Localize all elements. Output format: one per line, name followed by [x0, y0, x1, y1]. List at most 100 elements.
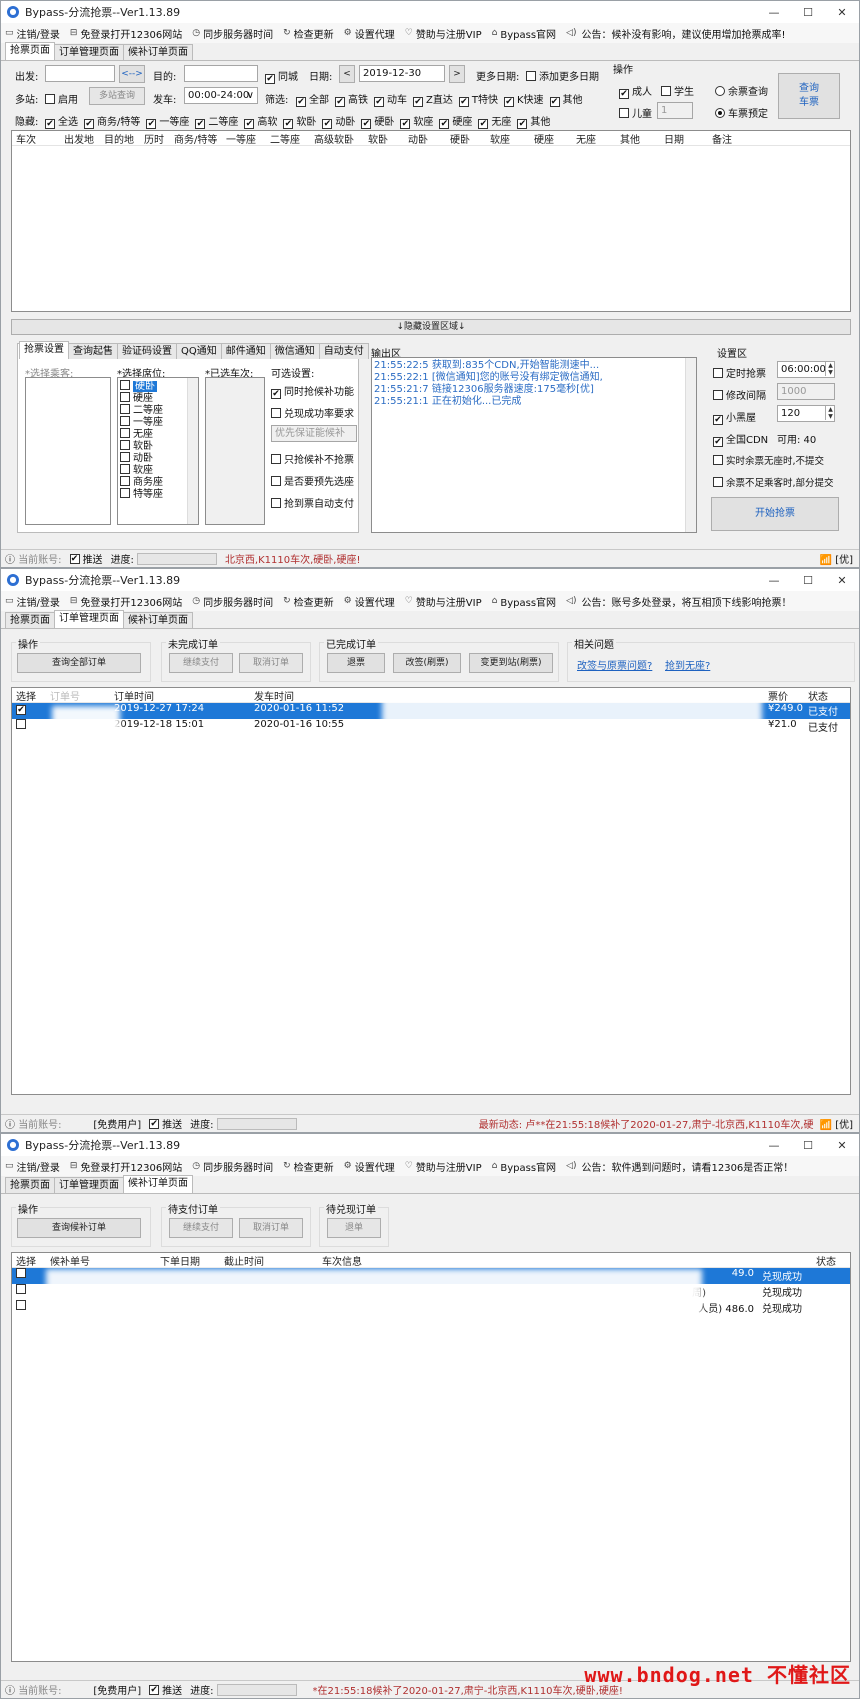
timed-stepper[interactable]: ▲ ▼	[825, 362, 835, 376]
add-dates-checkbox[interactable]: 添加更多日期	[526, 68, 599, 83]
menu-website[interactable]: ⌂ Bypass官网	[492, 26, 556, 41]
same-city-checkbox[interactable]: ✔ 同城	[265, 68, 298, 84]
preselect-seat-checkbox[interactable]: 是否要预先选座	[271, 473, 354, 488]
success-rate-checkbox[interactable]: 兑现成功率要求	[271, 405, 354, 420]
seat-item[interactable]: 硬卧	[118, 380, 198, 392]
hide-no-seat[interactable]: ✔ 无座	[478, 113, 511, 129]
tab-captcha[interactable]: 验证码设置	[117, 343, 177, 359]
menu-website[interactable]: ⌂ Bypass官网	[492, 594, 556, 609]
enable-multi-checkbox[interactable]: 启用	[45, 91, 78, 106]
continue-pay-button[interactable]: 继续支付	[169, 653, 233, 673]
menu-proxy[interactable]: ⚙ 设置代理	[344, 26, 395, 41]
log-scrollbar[interactable]	[685, 358, 696, 532]
seat-item[interactable]: 软座	[118, 464, 198, 476]
hide-first[interactable]: ✔ 一等座	[146, 113, 189, 129]
both-waitlist-checkbox[interactable]: ✔ 同时抢候补功能	[271, 383, 354, 399]
tab-grab[interactable]: 抢票页面	[5, 42, 55, 60]
close-button[interactable]: ✕	[825, 574, 859, 587]
row-checkbox[interactable]: ✔	[12, 703, 46, 719]
seat-item[interactable]: 商务座	[118, 476, 198, 488]
row-checkbox[interactable]	[12, 1268, 46, 1284]
cancel-order-button[interactable]: 取消订单	[239, 1218, 303, 1238]
filter-t[interactable]: ✔ T特快	[458, 91, 498, 107]
query-tickets-button[interactable]: 查询 车票	[778, 73, 840, 119]
menu-vip[interactable]: ♡ 赞助与注册VIP	[405, 26, 482, 41]
menu-open-site[interactable]: ⊟ 免登录打开12306网站	[70, 594, 182, 609]
faq-noseat-link[interactable]: 抢到无座?	[665, 657, 710, 672]
change-ticket-button[interactable]: 改签(刷票)	[393, 653, 461, 673]
query-waitlist-button[interactable]: 查询候补订单	[17, 1218, 141, 1238]
filter-z[interactable]: ✔ Z直达	[413, 91, 453, 107]
push-checkbox[interactable]: ✔ 推送	[149, 1682, 182, 1697]
seat-item[interactable]: 动卧	[118, 452, 198, 464]
faq-change-link[interactable]: 改签与原票问题?	[577, 657, 652, 672]
passenger-list[interactable]	[25, 377, 111, 525]
row-checkbox[interactable]	[12, 1300, 46, 1316]
tab-orders[interactable]: 订单管理页面	[54, 44, 124, 60]
seat-item[interactable]: 软卧	[118, 440, 198, 452]
menu-login[interactable]: ▭ 注销/登录	[5, 26, 60, 41]
tab-grab[interactable]: 抢票页面	[5, 612, 55, 628]
close-button[interactable]: ✕	[825, 6, 859, 19]
reserve-radio[interactable]: 车票预定	[715, 105, 768, 120]
hide-other[interactable]: ✔ 其他	[517, 113, 550, 129]
menu-open-site[interactable]: ⊟ 免登录打开12306网站	[70, 26, 182, 41]
tab-orders[interactable]: 订单管理页面	[54, 1177, 124, 1193]
menu-sync-time[interactable]: ◷ 同步服务器时间	[192, 594, 273, 609]
hide-emu-sleeper[interactable]: ✔ 动卧	[322, 113, 355, 129]
query-all-orders-button[interactable]: 查询全部订单	[17, 653, 141, 673]
tab-presale[interactable]: 查询起售	[68, 343, 118, 359]
menu-website[interactable]: ⌂ Bypass官网	[492, 1159, 556, 1174]
menu-sync-time[interactable]: ◷ 同步服务器时间	[192, 1159, 273, 1174]
hide-all[interactable]: ✔ 全选	[45, 113, 78, 129]
minimize-button[interactable]: —	[757, 6, 791, 19]
next-date-button[interactable]: >	[449, 65, 465, 83]
seat-item[interactable]: 硬座	[118, 392, 198, 404]
filter-high-speed[interactable]: ✔ 高铁	[335, 91, 368, 107]
seat-item[interactable]: 特等座	[118, 488, 198, 500]
hide-second[interactable]: ✔ 二等座	[195, 113, 238, 129]
filter-other[interactable]: ✔ 其他	[549, 91, 583, 107]
menu-vip[interactable]: ♡ 赞助与注册VIP	[405, 1159, 482, 1174]
partial-submit-checkbox[interactable]: 余票不足乘客时,部分提交	[713, 475, 834, 489]
tab-waitlist[interactable]: 候补订单页面	[123, 1175, 193, 1193]
tab-email[interactable]: 邮件通知	[220, 343, 271, 359]
menu-login[interactable]: ▭ 注销/登录	[5, 1159, 60, 1174]
refund-button[interactable]: 退票	[327, 653, 385, 673]
hide-high-soft[interactable]: ✔ 高软	[244, 113, 277, 129]
change-station-button[interactable]: 变更到站(刷票)	[469, 653, 553, 673]
tab-orders[interactable]: 订单管理页面	[54, 610, 124, 628]
filter-all[interactable]: ✔ 全部	[296, 91, 329, 107]
remain-query-radio[interactable]: 余票查询	[715, 83, 768, 98]
push-checkbox[interactable]: ✔ 推送	[149, 1116, 182, 1131]
row-checkbox[interactable]	[12, 1284, 46, 1300]
seat-item[interactable]: 一等座	[118, 416, 198, 428]
cdn-checkbox[interactable]: ✔ 全国CDN	[713, 431, 768, 447]
menu-proxy[interactable]: ⚙ 设置代理	[344, 1159, 395, 1174]
blacklist-checkbox[interactable]: ✔ 小黑屋	[713, 409, 756, 425]
student-checkbox[interactable]: 学生	[661, 83, 694, 98]
from-input[interactable]	[45, 65, 115, 82]
cancel-order-button[interactable]: 取消订单	[239, 653, 303, 673]
hide-hard-sleeper[interactable]: ✔ 硬卧	[361, 113, 394, 129]
minimize-button[interactable]: —	[757, 1139, 791, 1152]
only-waitlist-checkbox[interactable]: 只抢候补不抢票	[271, 451, 354, 466]
maximize-button[interactable]: ☐	[791, 574, 825, 587]
timed-grab-checkbox[interactable]: 定时抢票	[713, 365, 766, 380]
prev-date-button[interactable]: <	[339, 65, 355, 83]
push-checkbox[interactable]: ✔ 推送	[69, 551, 103, 566]
minimize-button[interactable]: —	[757, 574, 791, 587]
to-input[interactable]	[184, 65, 258, 82]
menu-check-update[interactable]: ↻ 检查更新	[283, 26, 334, 41]
hide-hard-seat[interactable]: ✔ 硬座	[439, 113, 472, 129]
tab-qq[interactable]: QQ通知	[176, 343, 222, 359]
tab-waitlist[interactable]: 候补订单页面	[123, 44, 193, 60]
hide-business[interactable]: ✔ 商务/特等	[84, 113, 140, 129]
toggle-hidden-area[interactable]: ↓隐藏设置区域↓	[11, 319, 851, 335]
seat-list-scrollbar[interactable]	[187, 378, 198, 524]
depart-time-select[interactable]: 00:00-24:00 ∨	[184, 87, 258, 104]
blacklist-stepper[interactable]: ▲ ▼	[825, 406, 835, 420]
tab-wechat[interactable]: 微信通知	[269, 343, 320, 359]
adult-checkbox[interactable]: ✔ 成人	[619, 83, 652, 99]
tab-grab[interactable]: 抢票页面	[5, 1177, 55, 1193]
